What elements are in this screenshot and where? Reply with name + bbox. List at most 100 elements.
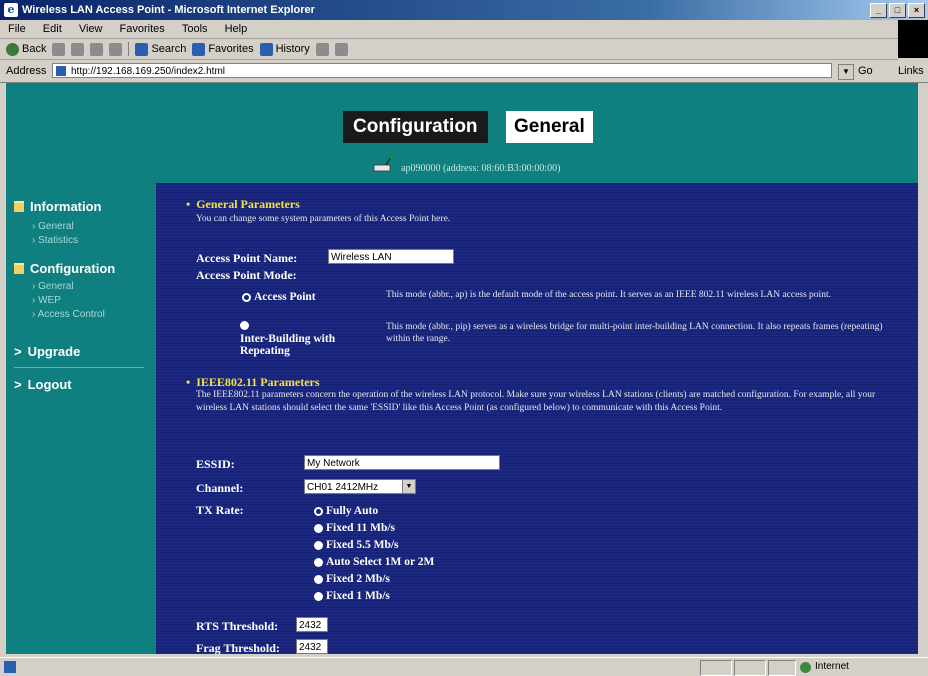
tx-option-label: Fixed 5.5 Mb/s: [326, 539, 399, 551]
status-cell: [700, 660, 732, 676]
go-button[interactable]: Go: [858, 60, 873, 82]
address-bar: Address http://192.168.169.250/index2.ht…: [0, 60, 928, 83]
tx-option-fixed-1[interactable]: Fixed 1 Mb/s: [314, 590, 390, 602]
essid-label: ESSID:: [196, 457, 235, 471]
sidebar-nav: Information › General › Statistics Confi…: [6, 183, 154, 654]
mail-button[interactable]: [315, 42, 329, 56]
ieee-parameters-heading: IEEE802.11 Parameters: [196, 375, 320, 389]
radio-unselected-icon: [314, 540, 323, 550]
url-field[interactable]: http://192.168.169.250/index2.html: [52, 63, 832, 78]
mode-inter-building-radio[interactable]: Inter-Building with Repeating: [240, 321, 370, 357]
folder-icon: [14, 201, 24, 212]
print-icon: [334, 42, 348, 56]
sidebar-item-config-wep[interactable]: › WEP: [32, 295, 61, 306]
upgrade-arrow-icon: >: [14, 344, 22, 359]
maximize-button[interactable]: □: [889, 3, 906, 18]
information-label: Information: [30, 199, 102, 214]
menu-favorites[interactable]: Favorites: [120, 23, 165, 35]
frag-threshold-input[interactable]: 2432: [296, 639, 328, 654]
logout-label: Logout: [27, 377, 72, 392]
ieee-parameters-desc: The IEEE802.11 parameters concern the op…: [196, 390, 876, 413]
close-button[interactable]: ×: [908, 3, 925, 18]
favorites-button[interactable]: Favorites: [192, 39, 254, 59]
sidebar-item-config-access-control[interactable]: › Access Control: [32, 309, 105, 320]
back-arrow-icon: [6, 42, 19, 56]
tx-option-auto-select[interactable]: Auto Select 1M or 2M: [314, 556, 434, 568]
info-statistics-label: Statistics: [38, 235, 79, 246]
tx-option-fixed-2[interactable]: Fixed 2 Mb/s: [314, 573, 390, 585]
sidebar-item-config-general[interactable]: › General: [32, 281, 74, 292]
back-button[interactable]: Back: [6, 39, 46, 59]
print-button[interactable]: [334, 42, 348, 56]
sidebar-item-upgrade[interactable]: > Upgrade: [14, 344, 80, 359]
tx-option-label: Fully Auto: [326, 505, 379, 517]
general-parameters-title: • General Parameters: [186, 197, 300, 212]
windows-logo-throbber: [898, 20, 928, 58]
zone-label: Internet: [815, 661, 849, 672]
radio-unselected-icon: [314, 557, 323, 567]
ieee-parameters-title: • IEEE802.11 Parameters: [186, 375, 320, 390]
status-cell: [734, 660, 766, 676]
rts-threshold-label: RTS Threshold:: [196, 619, 279, 633]
page-icon: [56, 66, 66, 76]
mode-access-point-radio[interactable]: Access Point: [242, 291, 316, 303]
channel-value: CH01 2412MHz: [307, 482, 379, 493]
sidebar-item-info-general[interactable]: › General: [32, 221, 74, 232]
refresh-button[interactable]: [90, 42, 104, 56]
mode-access-point-label: Access Point: [254, 291, 316, 303]
ap-address-info: ap090000 (address: 08:60:B3:00:00:00): [401, 163, 561, 174]
favorites-icon: [192, 42, 206, 56]
back-label: Back: [22, 43, 47, 55]
menu-edit[interactable]: Edit: [43, 23, 62, 35]
minimize-button[interactable]: _: [870, 3, 887, 18]
sidebar-item-information[interactable]: Information: [14, 199, 102, 214]
sidebar-item-logout[interactable]: > Logout: [14, 377, 72, 392]
radio-selected-icon: [242, 292, 251, 302]
logout-arrow-icon: >: [14, 377, 22, 392]
essid-input[interactable]: My Network: [304, 455, 500, 470]
radio-unselected-icon: [314, 591, 323, 601]
radio-unselected-icon: [240, 321, 249, 330]
links-button[interactable]: Links: [898, 60, 924, 82]
toolbar-divider: [128, 42, 130, 56]
mode-inter-building-label: Inter-Building with Repeating: [240, 333, 336, 357]
forward-button[interactable]: [52, 42, 66, 56]
home-button[interactable]: [109, 42, 123, 56]
mode-access-point-desc: This mode (abbr., ap) is the default mod…: [386, 290, 831, 300]
frag-threshold-label: Frag Threshold:: [196, 641, 280, 654]
address-dropdown-button[interactable]: ▼: [838, 64, 854, 80]
history-icon: [259, 42, 273, 56]
configuration-label: Configuration: [30, 261, 116, 276]
home-icon: [109, 42, 123, 56]
tx-option-label: Fixed 2 Mb/s: [326, 573, 390, 585]
config-access-control-label: Access Control: [37, 309, 105, 320]
info-general-label: General: [38, 221, 74, 232]
stop-button[interactable]: [71, 42, 85, 56]
mode-inter-building-desc: This mode (abbr., pip) serves as a wirel…: [386, 322, 883, 344]
window-title: Wireless LAN Access Point - Microsoft In…: [22, 4, 315, 16]
menu-view[interactable]: View: [79, 23, 103, 35]
tx-option-fixed-11[interactable]: Fixed 11 Mb/s: [314, 522, 395, 534]
search-button[interactable]: Search: [135, 39, 186, 59]
config-wep-label: WEP: [38, 295, 61, 306]
ap-name-input[interactable]: Wireless LAN: [328, 249, 454, 264]
status-cell: [768, 660, 796, 676]
search-label: Search: [151, 43, 187, 55]
rts-threshold-input[interactable]: 2432: [296, 617, 328, 632]
main-content: • General Parameters You can change some …: [156, 183, 918, 654]
menu-file[interactable]: File: [8, 23, 26, 35]
window-titlebar: e Wireless LAN Access Point - Microsoft …: [0, 0, 928, 20]
history-button[interactable]: History: [259, 39, 310, 59]
sidebar-item-configuration[interactable]: Configuration: [14, 261, 115, 276]
menu-tools[interactable]: Tools: [182, 23, 208, 35]
channel-select[interactable]: CH01 2412MHz ▼: [304, 479, 416, 494]
radio-unselected-icon: [314, 523, 323, 533]
sidebar-item-info-statistics[interactable]: › Statistics: [32, 235, 78, 246]
menu-help[interactable]: Help: [225, 23, 248, 35]
general-parameters-heading: General Parameters: [196, 197, 300, 211]
tx-option-label: Fixed 1 Mb/s: [326, 590, 390, 602]
tx-option-fully-auto[interactable]: Fully Auto: [314, 505, 378, 517]
tx-option-fixed-5-5[interactable]: Fixed 5.5 Mb/s: [314, 539, 399, 551]
config-general-label: General: [38, 281, 74, 292]
address-label: Address: [6, 65, 47, 77]
